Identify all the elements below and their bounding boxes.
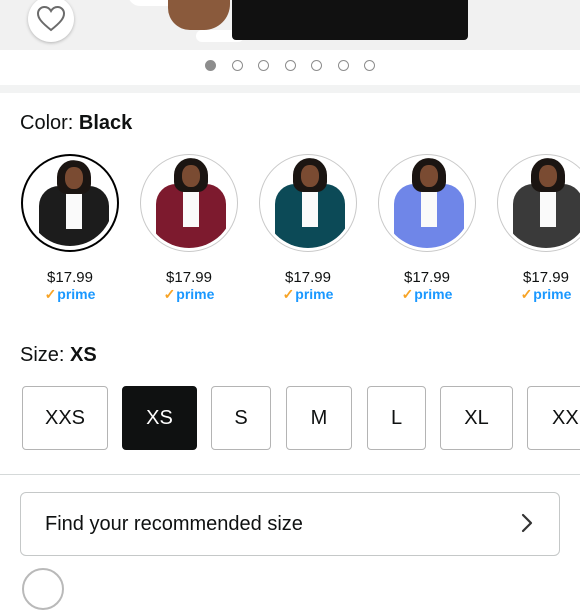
carousel-dot[interactable] — [284, 60, 296, 71]
face-shape — [65, 167, 83, 189]
color-heading: Color: Black — [20, 112, 132, 135]
swatch-price: $17.99 — [285, 269, 331, 286]
swatch-price: $17.99 — [523, 269, 569, 286]
color-swatch-black[interactable] — [21, 154, 119, 252]
prime-badge: ✓prime — [140, 286, 238, 303]
size-option-xs[interactable]: XS — [122, 386, 197, 450]
prime-badge: ✓prime — [21, 286, 119, 303]
find-recommended-size-button[interactable]: Find your recommended size — [20, 492, 560, 556]
chevron-right-icon — [521, 513, 533, 533]
heart-icon — [37, 6, 65, 32]
swatch-photo — [382, 158, 472, 248]
color-label: Color: — [20, 112, 74, 134]
carousel-dot[interactable] — [311, 60, 322, 71]
color-swatch-burgundy[interactable] — [140, 154, 238, 252]
prime-label: prime — [414, 286, 453, 302]
prime-label: prime — [57, 286, 96, 302]
face-shape — [539, 165, 557, 187]
size-option-xxs[interactable]: XXS — [22, 386, 108, 450]
color-swatch-ceil-blue[interactable] — [378, 154, 476, 252]
color-swatch-teal[interactable] — [259, 154, 357, 252]
size-label: Size: — [20, 344, 65, 366]
prime-label: prime — [533, 286, 572, 302]
face-shape — [182, 165, 200, 187]
product-image[interactable] — [0, 0, 580, 50]
model-hand — [168, 0, 230, 30]
swatch-price: $17.99 — [404, 269, 450, 286]
section-divider — [0, 474, 580, 475]
size-option-l[interactable]: L — [367, 386, 426, 450]
prime-label: prime — [176, 286, 215, 302]
prime-check-icon: ✓ — [401, 286, 414, 302]
find-recommended-size-label: Find your recommended size — [45, 512, 303, 535]
prime-check-icon: ✓ — [163, 286, 176, 302]
carousel-dot[interactable] — [258, 60, 269, 71]
partial-icon — [22, 568, 64, 610]
prime-badge: ✓prime — [378, 286, 476, 303]
prime-check-icon: ✓ — [282, 286, 295, 302]
swatch-photo — [263, 158, 353, 248]
size-selected-value: XS — [70, 344, 97, 366]
swatch-price: $17.99 — [166, 269, 212, 286]
color-selected-value: Black — [78, 112, 133, 134]
carousel-dot[interactable] — [337, 60, 349, 71]
prime-check-icon: ✓ — [520, 286, 533, 302]
size-option-xl[interactable]: XL — [440, 386, 513, 450]
section-divider — [0, 85, 580, 93]
model-pants — [232, 0, 468, 40]
swatch-photo — [501, 158, 580, 248]
prime-check-icon: ✓ — [44, 286, 57, 302]
carousel-dot[interactable] — [364, 60, 375, 71]
size-option-m[interactable]: M — [286, 386, 352, 450]
color-swatch-pewter[interactable] — [497, 154, 580, 252]
size-option-s[interactable]: S — [211, 386, 271, 450]
prime-badge: ✓prime — [259, 286, 357, 303]
carousel-dot[interactable] — [231, 60, 243, 71]
prime-label: prime — [295, 286, 334, 302]
swatch-price: $17.99 — [47, 269, 93, 286]
size-option-xxl[interactable]: XXL — [527, 386, 580, 450]
face-shape — [301, 165, 319, 187]
prime-badge: ✓prime — [497, 286, 580, 303]
size-heading: Size: XS — [20, 344, 97, 367]
carousel-dot[interactable] — [205, 60, 216, 71]
swatch-photo — [27, 160, 113, 246]
face-shape — [420, 165, 438, 187]
swatch-photo — [144, 158, 234, 248]
